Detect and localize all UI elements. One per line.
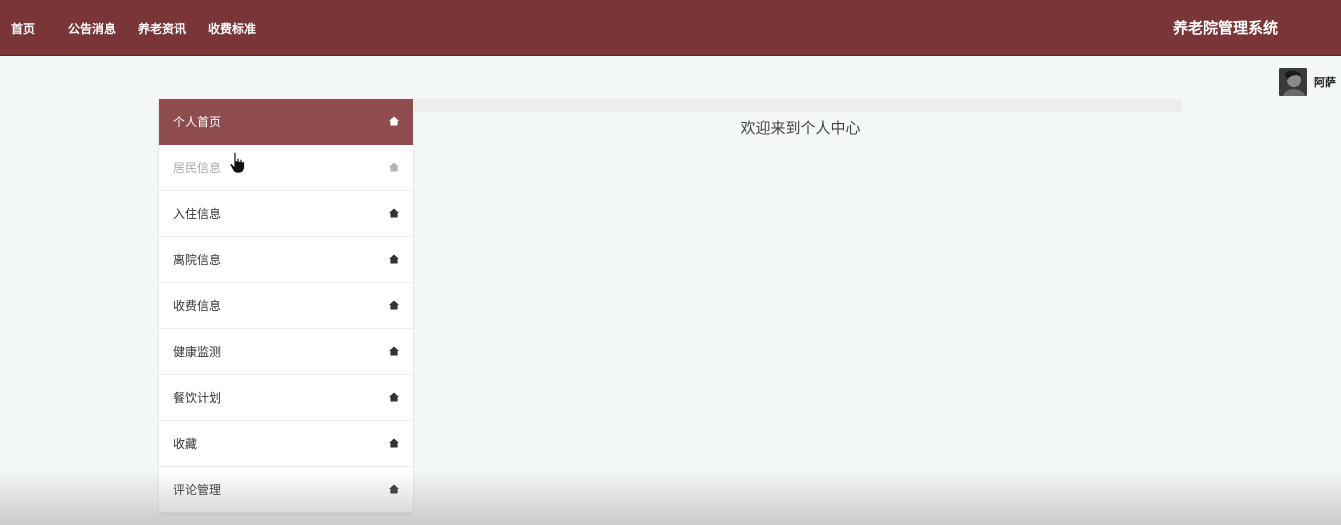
avatar-photo-icon: [1279, 67, 1307, 96]
nav-elderly-news-link[interactable]: 养老资讯: [138, 20, 186, 37]
home-icon: [389, 254, 399, 264]
sidebar-item-label: 健康监测: [173, 345, 222, 359]
username: 阿萨: [1314, 75, 1336, 89]
sidebar-item-label: 收藏: [173, 437, 198, 451]
sidebar-item-favorites[interactable]: 收藏: [159, 421, 413, 467]
sidebar-item-comment-management[interactable]: 评论管理: [159, 467, 413, 513]
sidebar-item-label: 居民信息: [173, 161, 222, 175]
home-icon: [389, 346, 399, 356]
sidebar: 个人首页 居民信息 入住信息 离院信息 收费信息 健康监测 餐饮计划 收藏 评论…: [159, 99, 413, 513]
sidebar-item-label: 离院信息: [173, 253, 222, 267]
sidebar-item-discharge-info[interactable]: 离院信息: [159, 237, 413, 283]
sidebar-item-label: 个人首页: [173, 115, 222, 129]
home-icon: [389, 392, 399, 402]
sidebar-item-meal-plan[interactable]: 餐饮计划: [159, 375, 413, 421]
top-nav: 首页 公告消息 养老资讯 收费标准: [11, 0, 278, 56]
sidebar-item-checkin-info[interactable]: 入住信息: [159, 191, 413, 237]
sidebar-item-label: 收费信息: [173, 299, 222, 313]
nav-announcements-link[interactable]: 公告消息: [68, 20, 116, 37]
home-icon: [389, 438, 399, 448]
home-icon: [389, 300, 399, 310]
system-title: 养老院管理系统: [1172, 19, 1278, 37]
sidebar-item-resident-info[interactable]: 居民信息: [159, 145, 413, 191]
content-header-strip: [413, 99, 1182, 112]
nav-home-link[interactable]: 首页: [11, 20, 35, 37]
sidebar-item-label: 入住信息: [173, 207, 222, 221]
welcome-heading: 欢迎来到个人中心: [740, 119, 861, 137]
hand-cursor-icon: [229, 152, 245, 174]
sidebar-item-health-monitoring[interactable]: 健康监测: [159, 329, 413, 375]
sidebar-item-fee-info[interactable]: 收费信息: [159, 283, 413, 329]
home-icon: [389, 484, 399, 494]
home-icon: [389, 208, 399, 218]
home-icon: [389, 116, 399, 126]
avatar[interactable]: [1279, 67, 1307, 96]
home-icon: [389, 162, 399, 172]
sidebar-item-label: 评论管理: [173, 483, 222, 497]
sidebar-item-label: 餐饮计划: [173, 391, 222, 405]
user-profile[interactable]: 阿萨: [1279, 67, 1336, 96]
top-nav-bar: 首页 公告消息 养老资讯 收费标准 养老院管理系统: [0, 0, 1341, 56]
sidebar-item-personal-home[interactable]: 个人首页: [159, 99, 413, 145]
nav-fee-standards-link[interactable]: 收费标准: [208, 20, 256, 37]
